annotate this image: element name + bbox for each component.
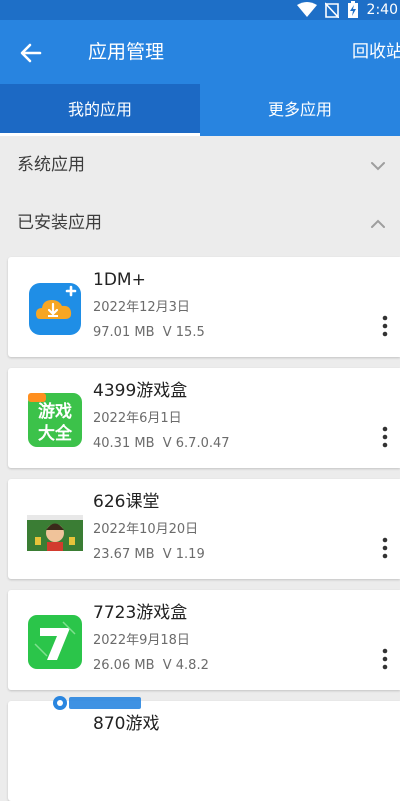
app-bar: 应用管理 回收站 <box>0 20 400 84</box>
icon-text-2: 大全 <box>38 423 73 444</box>
app-name: 870游戏 <box>93 714 160 734</box>
app-date: 2022年12月3日 <box>93 300 190 315</box>
app-size: 97.01 MB <box>93 325 155 340</box>
icon-text-1: 游戏 <box>38 401 72 422</box>
app-version: V 4.8.2 <box>162 658 209 673</box>
section-installed-apps[interactable]: 已安装应用 <box>0 196 400 252</box>
7723-game-box-icon <box>27 614 83 670</box>
page-title: 应用管理 <box>88 41 165 63</box>
status-time: 2:40 <box>366 2 398 18</box>
app-size: 40.31 MB <box>93 436 155 451</box>
app-version: V 15.5 <box>162 325 205 340</box>
app-card-870[interactable]: 870游戏 <box>8 701 400 801</box>
app-date: 2022年6月1日 <box>93 411 182 426</box>
app-meta: 23.67 MB V 1.19 <box>93 547 205 563</box>
chevron-down-icon <box>371 162 385 171</box>
app-card-4399[interactable]: 游戏 大全 4399游戏盒 2022年6月1日 40.31 MB V 6.7.0… <box>8 368 400 468</box>
app-card-1dm[interactable]: 1DM+ 2022年12月3日 97.01 MB V 15.5 <box>8 257 400 357</box>
1dm-download-icon <box>27 281 83 337</box>
wifi-icon <box>296 2 317 18</box>
app-card-7723[interactable]: 7723游戏盒 2022年9月18日 26.06 MB V 4.8.2 <box>8 590 400 690</box>
app-date: 2022年9月18日 <box>93 633 190 648</box>
app-date: 2022年10月20日 <box>93 522 199 537</box>
more-options-button[interactable] <box>380 426 390 448</box>
more-vert-icon <box>382 426 388 448</box>
section-label: 已安装应用 <box>17 213 102 233</box>
more-options-button[interactable] <box>380 537 390 559</box>
app-name: 4399游戏盒 <box>93 381 188 401</box>
tab-label: 我的应用 <box>67 100 132 119</box>
gogo-watermark-logo <box>52 695 144 711</box>
recycle-bin-button[interactable]: 回收站 <box>352 41 400 63</box>
battery-charging-icon <box>347 1 359 19</box>
tab-my-apps[interactable]: 我的应用 <box>0 84 200 136</box>
app-version: V 1.19 <box>162 547 205 562</box>
more-vert-icon <box>382 537 388 559</box>
app-name: 1DM+ <box>93 270 146 290</box>
tab-indicator <box>0 133 200 136</box>
more-vert-icon <box>382 648 388 670</box>
app-size: 23.67 MB <box>93 547 155 562</box>
status-bar: 2:40 <box>0 0 400 20</box>
status-icons: 2:40 <box>296 0 400 20</box>
app-name: 7723游戏盒 <box>93 603 188 623</box>
app-meta: 40.31 MB V 6.7.0.47 <box>93 436 230 452</box>
4399-game-box-icon: 游戏 大全 <box>27 392 83 448</box>
section-label: 系统应用 <box>17 155 85 175</box>
app-card-626[interactable]: 626课堂 2022年10月20日 23.67 MB V 1.19 <box>8 479 400 579</box>
section-system-apps[interactable]: 系统应用 <box>0 138 400 194</box>
more-options-button[interactable] <box>380 315 390 337</box>
arrow-left-icon <box>20 43 42 63</box>
chevron-up-icon <box>371 219 385 228</box>
more-options-button[interactable] <box>380 648 390 670</box>
app-name: 626课堂 <box>93 492 160 512</box>
app-size: 26.06 MB <box>93 658 155 673</box>
no-sim-icon <box>324 2 339 18</box>
tab-bar: 我的应用 更多应用 <box>0 84 400 136</box>
app-meta: 97.01 MB V 15.5 <box>93 325 205 341</box>
tab-more-apps[interactable]: 更多应用 <box>200 84 400 136</box>
626-classroom-icon <box>27 503 83 559</box>
more-vert-icon <box>382 315 388 337</box>
app-meta: 26.06 MB V 4.8.2 <box>93 658 209 674</box>
app-version: V 6.7.0.47 <box>162 436 230 451</box>
tab-label: 更多应用 <box>267 100 332 119</box>
back-button[interactable] <box>18 40 44 66</box>
